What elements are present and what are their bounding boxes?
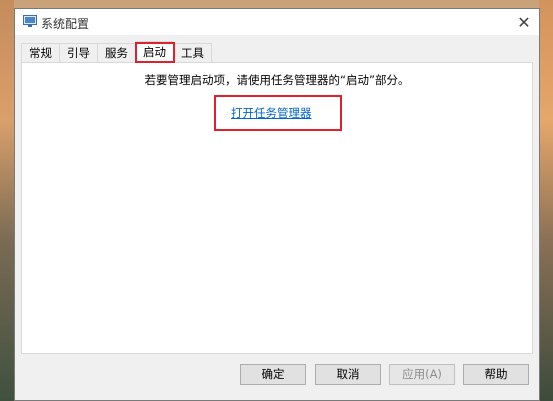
open-task-manager-link[interactable]: 打开任务管理器 bbox=[231, 105, 312, 121]
title-bar[interactable]: 系统配置 ✕ bbox=[15, 9, 539, 35]
app-icon bbox=[23, 15, 37, 27]
tab-boot[interactable]: 引导 bbox=[59, 43, 98, 62]
startup-panel: 若要管理启动项，请使用任务管理器的“启动”部分。 打开任务管理器 bbox=[21, 62, 533, 354]
window-title: 系统配置 bbox=[41, 17, 90, 31]
ok-button[interactable]: 确定 bbox=[240, 364, 306, 385]
startup-info-message: 若要管理启动项，请使用任务管理器的“启动”部分。 bbox=[144, 73, 410, 87]
cancel-button[interactable]: 取消 bbox=[315, 364, 381, 385]
tab-bar: 常规 引导 服务 启动 工具 bbox=[21, 41, 212, 63]
tab-services[interactable]: 服务 bbox=[97, 43, 136, 62]
tab-startup[interactable]: 启动 bbox=[135, 41, 174, 63]
close-icon[interactable]: ✕ bbox=[509, 9, 539, 35]
tab-general[interactable]: 常规 bbox=[21, 43, 60, 62]
apply-button[interactable]: 应用(A) bbox=[389, 364, 455, 385]
help-button[interactable]: 帮助 bbox=[463, 364, 529, 385]
desktop-background-right bbox=[539, 0, 553, 401]
desktop-background-left bbox=[0, 0, 14, 401]
system-config-window: 系统配置 ✕ 常规 引导 服务 启动 工具 若要管理启动项，请使用任务管理器的“… bbox=[14, 8, 540, 401]
tab-tools[interactable]: 工具 bbox=[173, 43, 212, 62]
